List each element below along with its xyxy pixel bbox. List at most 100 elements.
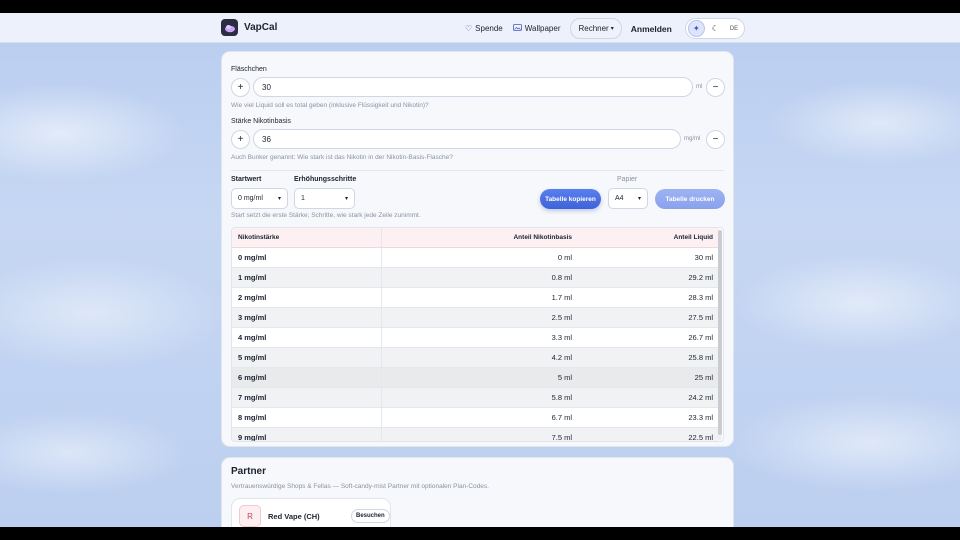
base-increment-button[interactable]: +	[231, 130, 250, 149]
image-icon	[512, 24, 522, 33]
dilution-table-container[interactable]: Nikotinstärke Anteil Nikotinbasis Anteil…	[231, 227, 724, 442]
controls-hint: Start setzt die erste Stärke; Schritte, …	[231, 212, 421, 219]
base-strength-input[interactable]: 36	[253, 129, 681, 149]
cell-base: 4.2 ml	[381, 347, 578, 368]
bottle-label: Fläschchen	[231, 66, 267, 73]
bottle-input[interactable]: 30	[253, 77, 693, 97]
chevron-down-icon: ▾	[637, 196, 641, 202]
start-value-select[interactable]: 0 mg/ml ▾	[231, 188, 288, 209]
cell-liquid: 25.8 ml	[578, 347, 719, 368]
calculator-label: Rechner	[578, 24, 609, 33]
table-header-row: Nikotinstärke Anteil Nikotinbasis Anteil…	[232, 228, 719, 248]
donate-link[interactable]: ♡ Spende	[465, 24, 503, 33]
cell-liquid: 25 ml	[578, 367, 719, 388]
paper-label: Papier	[617, 176, 638, 183]
cell-base: 3.3 ml	[381, 327, 578, 348]
start-value-text: 0 mg/ml	[238, 195, 263, 202]
partner-card: Partner Vertrauenswürdige Shops & Fellas…	[221, 457, 734, 527]
table-row: 3 mg/ml 2.5 ml 27.5 ml	[232, 307, 719, 328]
copy-table-button[interactable]: Tabelle kopieren	[540, 189, 601, 209]
cell-base: 0 ml	[381, 247, 578, 268]
cell-liquid: 28.3 ml	[578, 287, 719, 308]
moon-icon: ☾	[711, 24, 719, 33]
calculator-card: Fläschchen + 30 ml − Wie viel Liquid sol…	[221, 51, 734, 447]
header-base-share[interactable]: Anteil Nikotinbasis	[381, 228, 578, 248]
partner-title: Partner	[231, 466, 267, 477]
calculator-menu-button[interactable]: Rechner ▾	[570, 18, 622, 39]
base-strength-hint: Auch Bunker genannt: Wie stark ist das N…	[231, 154, 453, 161]
shop-name: Red Vape (CH)	[268, 512, 320, 521]
table-row: 0 mg/ml 0 ml 30 ml	[232, 247, 719, 268]
cell-strength: 8 mg/ml	[232, 407, 382, 428]
bottle-unit: ml	[696, 84, 703, 90]
shop-avatar: R	[239, 505, 261, 527]
table-row: 7 mg/ml 5.8 ml 24.2 ml	[232, 387, 719, 408]
table-row: 5 mg/ml 4.2 ml 25.8 ml	[232, 347, 719, 368]
cell-strength: 0 mg/ml	[232, 247, 382, 268]
donate-label: Spende	[475, 24, 503, 33]
cell-strength: 7 mg/ml	[232, 387, 382, 408]
wallpaper-link[interactable]: Wallpaper	[512, 24, 561, 33]
table-row: 2 mg/ml 1.7 ml 28.3 ml	[232, 287, 719, 308]
table-row: 9 mg/ml 7.5 ml 22.5 ml	[232, 427, 719, 441]
cell-strength: 6 mg/ml	[232, 367, 382, 388]
bottle-hint: Wie viel Liquid soll es total geben (ink…	[231, 102, 429, 109]
brand[interactable]: VapCal	[221, 19, 277, 36]
chevron-down-icon: ▾	[610, 26, 614, 32]
cell-strength: 3 mg/ml	[232, 307, 382, 328]
header-liquid-share[interactable]: Anteil Liquid	[578, 228, 719, 248]
cell-liquid: 27.5 ml	[578, 307, 719, 328]
section-divider	[231, 170, 724, 171]
chevron-down-icon: ▾	[344, 196, 348, 202]
visit-shop-button[interactable]: Besuchen	[351, 509, 390, 523]
cell-base: 5.8 ml	[381, 387, 578, 408]
partner-shop-card: R Red Vape (CH) Besuchen	[231, 498, 391, 527]
cell-strength: 9 mg/ml	[232, 427, 382, 441]
cell-strength: 4 mg/ml	[232, 327, 382, 348]
table-row: 6 mg/ml 5 ml 25 ml	[232, 367, 719, 388]
theme-language-switcher: ✦ ☾ DE	[684, 18, 746, 39]
cell-strength: 5 mg/ml	[232, 347, 382, 368]
table-scroll-thumb[interactable]	[718, 230, 722, 435]
partner-subtitle: Vertrauenswürdige Shops & Fellas — Soft-…	[231, 483, 489, 490]
table-scrollbar[interactable]	[718, 230, 722, 440]
cell-base: 6.7 ml	[381, 407, 578, 428]
bottle-increment-button[interactable]: +	[231, 78, 250, 97]
step-text: 1	[301, 195, 305, 202]
wallpaper-label: Wallpaper	[524, 24, 561, 33]
language-button[interactable]: DE	[727, 26, 741, 32]
cell-base: 7.5 ml	[381, 427, 578, 441]
cell-liquid: 22.5 ml	[578, 427, 719, 441]
login-link[interactable]: Anmelden	[631, 24, 672, 34]
main-nav: ♡ Spende Wallpaper Rechner ▾ Anmelden ✦ …	[465, 18, 746, 39]
header-nicotine-strength[interactable]: Nikotinstärke	[232, 228, 382, 248]
cell-base: 2.5 ml	[381, 307, 578, 328]
cell-base: 5 ml	[381, 367, 578, 388]
cell-liquid: 26.7 ml	[578, 327, 719, 348]
cell-base: 0.8 ml	[381, 267, 578, 288]
cell-liquid: 30 ml	[578, 247, 719, 268]
bottle-decrement-button[interactable]: −	[706, 78, 725, 97]
cell-liquid: 29.2 ml	[578, 267, 719, 288]
table-row: 4 mg/ml 3.3 ml 26.7 ml	[232, 327, 719, 348]
brand-name: VapCal	[244, 22, 278, 33]
cell-strength: 1 mg/ml	[232, 267, 382, 288]
base-strength-label: Stärke Nikotinbasis	[231, 118, 291, 125]
cell-strength: 2 mg/ml	[232, 287, 382, 308]
step-label: Erhöhungsschritte	[294, 176, 357, 183]
cell-liquid: 23.3 ml	[578, 407, 719, 428]
light-theme-button[interactable]: ✦	[688, 21, 704, 36]
dark-theme-button[interactable]: ☾	[708, 21, 723, 36]
cell-liquid: 24.2 ml	[578, 387, 719, 408]
base-decrement-button[interactable]: −	[706, 130, 725, 149]
print-table-button[interactable]: Tabelle drucken	[655, 189, 725, 209]
heart-icon: ♡	[465, 24, 473, 33]
step-select[interactable]: 1 ▾	[294, 188, 355, 209]
table-row: 8 mg/ml 6.7 ml 23.3 ml	[232, 407, 719, 428]
cell-base: 1.7 ml	[381, 287, 578, 308]
paper-select[interactable]: A4 ▾	[608, 188, 648, 209]
vapcal-logo-icon	[221, 19, 238, 36]
chevron-down-icon: ▾	[277, 196, 281, 202]
paper-text: A4	[615, 195, 624, 202]
dilution-table: Nikotinstärke Anteil Nikotinbasis Anteil…	[232, 228, 719, 441]
